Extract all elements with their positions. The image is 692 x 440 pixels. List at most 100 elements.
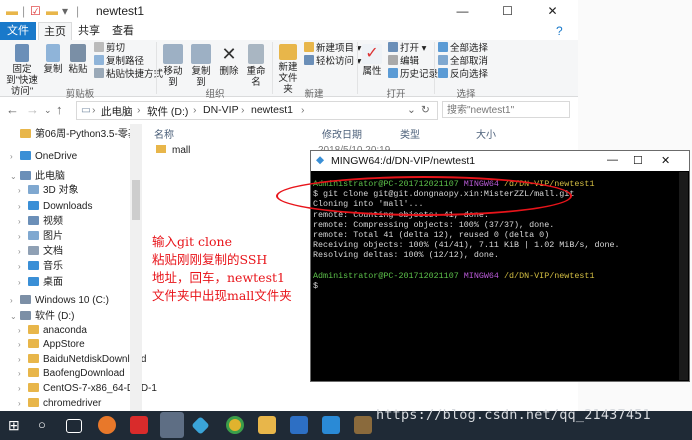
collapse-chevron-icon[interactable]: › [18,245,28,259]
sidebar-item-[interactable]: › 桌面 [18,276,63,290]
nav-scrollbar[interactable] [130,124,142,414]
tab-home[interactable]: 主页 [38,22,72,41]
breadcrumb-dn-vip[interactable]: DN-VIP [203,104,239,116]
sidebar-item-[interactable]: › 图片 [18,230,63,244]
collapse-chevron-icon[interactable]: › [18,382,28,396]
new-item-button[interactable]: 新建项目 ▾ [304,42,361,54]
sidebar-item-baidunetdiskdownload[interactable]: › BaiduNetdiskDownload [18,353,146,367]
rename-button[interactable]: 重命名 [242,44,270,88]
collapse-chevron-icon[interactable]: › [18,260,28,274]
app-icon-red[interactable] [130,416,148,434]
collapse-chevron-icon[interactable]: › [18,215,28,229]
sidebar-item-3d[interactable]: › 3D 对象 [18,184,79,198]
minimize-icon[interactable]: — [607,154,618,166]
sidebar-item-appstore[interactable]: › AppStore [18,338,85,352]
collapse-chevron-icon[interactable]: › [18,230,28,244]
collapse-chevron-icon[interactable]: › [18,338,28,352]
copy-button[interactable]: 复制 [42,44,64,75]
paste-button[interactable]: 粘贴 [66,44,90,75]
collapse-chevron-icon[interactable]: › [18,324,28,338]
maximize-icon[interactable]: ☐ [485,0,530,22]
refresh-icon[interactable]: ↻ [421,104,430,116]
delete-button[interactable]: ✕ 删除 [218,44,240,77]
close-icon[interactable]: ✕ [530,0,575,22]
maximize-icon[interactable]: ☐ [633,154,643,167]
collapse-chevron-icon[interactable]: › [18,276,28,290]
edit-button[interactable]: 编辑 [388,55,419,67]
terminal-scrollbar[interactable] [679,172,688,380]
column-name[interactable]: 名称 [154,126,174,141]
forward-arrow-icon[interactable]: → [26,102,39,117]
collapse-chevron-icon[interactable]: › [10,294,20,308]
app-icon-active[interactable] [160,412,184,438]
copy-path-button[interactable]: 复制路径 [94,55,144,67]
up-arrow-icon[interactable]: ↑ [56,102,63,117]
column-size[interactable]: 大小 [476,126,496,141]
chrome-icon[interactable] [226,416,244,434]
copy-to-button[interactable]: 复制到 [188,44,214,88]
file-row-mall[interactable]: mall 2018/5/10 20:19 [156,145,390,156]
breadcrumb-this-pc[interactable]: 此电脑 [101,104,133,119]
move-to-button[interactable]: 移动到 [160,44,186,88]
pin-button[interactable]: 固定到"快速访问" [4,44,40,97]
collapse-chevron-icon[interactable]: › [18,353,28,367]
sidebar-item-[interactable]: ⌄ 此电脑 [10,170,65,184]
nav-scrollbar-thumb[interactable] [132,180,140,220]
sidebar-item-[interactable]: › 音乐 [18,260,63,274]
tab-share[interactable]: 共享 [74,22,104,40]
sidebar-item-chromedriver[interactable]: › chromedriver [18,397,101,411]
help-icon[interactable]: ? [556,24,563,38]
new-folder-quick-icon[interactable]: ▬ [46,4,58,18]
recent-chevron-icon[interactable]: ⌄ [44,105,52,116]
sidebar-item-06-python3-5[interactable]: 第06周-Python3.5-零基础- [20,128,140,142]
app-icon-orange[interactable] [98,416,116,434]
word-icon[interactable] [322,416,340,434]
app-icon-docs[interactable] [290,416,308,434]
close-icon[interactable]: ✕ [661,154,670,167]
sidebar-item-d[interactable]: ⌄ 软件 (D:) [10,310,74,324]
back-arrow-icon[interactable]: ← [6,102,19,117]
select-all-button[interactable]: 全部选择 [438,42,488,54]
sidebar-item-windows-10-c[interactable]: › Windows 10 (C:) [10,294,109,308]
address-bar[interactable]: ▭ › 此电脑 › 软件 (D:) › DN-VIP › newtest1 › … [76,101,438,120]
select-none-button[interactable]: 全部取消 [438,55,488,67]
paste-shortcut-button[interactable]: 粘贴快捷方式 [94,68,163,80]
tab-file[interactable]: 文件 [0,22,36,40]
search-input[interactable]: 搜索"newtest1" [442,101,570,118]
app-icon-brown[interactable] [354,416,372,434]
task-view-icon[interactable] [66,419,82,433]
history-button[interactable]: 历史记录 [388,68,438,80]
file-explorer-icon[interactable] [258,416,276,434]
checkmark-icon[interactable]: ☑ [30,4,41,18]
collapse-chevron-icon[interactable]: › [18,184,28,198]
easy-access-button[interactable]: 轻松访问 ▾ [304,55,361,67]
column-date[interactable]: 修改日期 [322,126,362,141]
new-item-icon [304,42,314,52]
sidebar-item-baofengdownload[interactable]: › BaofengDownload [18,367,125,381]
sidebar-item-anaconda[interactable]: › anaconda [18,324,87,338]
collapse-chevron-icon[interactable]: › [18,367,28,381]
expand-chevron-icon[interactable]: ⌄ [10,170,20,184]
breadcrumb-newtest1[interactable]: newtest1 [251,104,293,116]
properties-button[interactable]: ✓ 属性 [360,44,384,77]
expand-chevron-icon[interactable]: ⌄ [10,310,20,324]
minimize-icon[interactable]: — [440,0,485,22]
invert-selection-button[interactable]: 反向选择 [438,68,488,80]
column-type[interactable]: 类型 [400,126,420,141]
start-icon[interactable]: ⊞ [8,416,26,434]
collapse-chevron-icon[interactable]: › [10,150,20,164]
tab-view[interactable]: 查看 [108,22,138,40]
app-icon-blue[interactable] [191,416,210,435]
search-icon[interactable]: ○ [38,416,56,434]
cut-button[interactable]: 剪切 [94,42,125,54]
collapse-chevron-icon[interactable]: › [18,397,28,411]
open-button[interactable]: 打开 ▾ [388,42,426,54]
sidebar-item-[interactable]: › 文档 [18,245,63,259]
sidebar-item-downloads[interactable]: › Downloads [18,200,92,214]
breadcrumb-drive-d[interactable]: 软件 (D:) [147,104,188,119]
collapse-chevron-icon[interactable]: › [18,200,28,214]
address-dropdown-icon[interactable]: ⌄ [407,104,416,116]
chevron-down-icon[interactable]: ▾ [62,4,68,18]
sidebar-item-[interactable]: › 视频 [18,215,63,229]
sidebar-item-onedrive[interactable]: › OneDrive [10,150,77,164]
